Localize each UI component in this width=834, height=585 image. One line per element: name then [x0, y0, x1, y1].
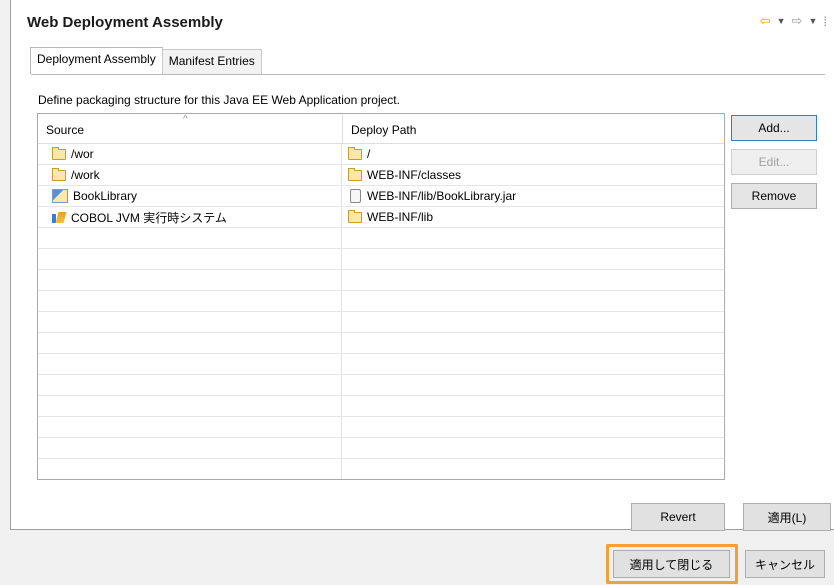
folder-icon — [348, 209, 362, 223]
source-label: BookLibrary — [73, 189, 138, 203]
deploy-path-cell — [342, 375, 348, 395]
source-cell — [38, 354, 342, 374]
revert-button[interactable]: Revert — [631, 503, 725, 531]
deploy-path-label: / — [367, 147, 371, 161]
apply-button[interactable]: 適用(L) — [743, 503, 831, 531]
source-cell: /wor — [38, 144, 342, 164]
source-cell — [38, 396, 342, 416]
deploy-path-cell — [342, 228, 348, 248]
back-dropdown-icon[interactable]: ▼ — [777, 16, 786, 26]
edit-button[interactable]: Edit... — [731, 149, 817, 175]
deploy-path-cell: WEB-INF/lib/BookLibrary.jar — [342, 186, 516, 206]
source-cell — [38, 312, 342, 332]
deploy-path-cell — [342, 459, 348, 479]
more-options-icon[interactable]: ⁞ — [823, 14, 826, 29]
folder-icon — [348, 167, 362, 181]
tab-bar: Deployment Assembly Manifest Entries — [30, 47, 262, 74]
table-row[interactable] — [38, 291, 724, 312]
highlight-box — [606, 544, 738, 584]
forward-dropdown-icon[interactable]: ▼ — [808, 16, 817, 26]
table-row[interactable] — [38, 249, 724, 270]
table-row[interactable]: /wor / — [38, 144, 724, 165]
assembly-table: Source ^ Deploy Path /wor / /work WEB-INF/c… — [37, 113, 725, 480]
source-cell: BookLibrary — [38, 186, 342, 206]
column-header-source[interactable]: Source ^ — [38, 114, 343, 143]
column-header-deploy-path[interactable]: Deploy Path — [343, 114, 416, 143]
source-cell — [38, 438, 342, 458]
back-arrow-icon[interactable]: ⇦ — [760, 13, 771, 29]
source-cell — [38, 291, 342, 311]
column-label-source: Source — [46, 123, 85, 137]
table-row[interactable] — [38, 333, 724, 354]
table-row[interactable]: /work WEB-INF/classes — [38, 165, 724, 186]
deploy-path-cell — [342, 291, 348, 311]
folder-icon — [348, 146, 362, 160]
table-header: Source ^ Deploy Path — [38, 114, 724, 144]
table-row[interactable] — [38, 354, 724, 375]
deploy-path-cell: / — [342, 144, 370, 164]
cancel-button[interactable]: キャンセル — [745, 550, 825, 578]
deploy-path-cell: WEB-INF/lib — [342, 207, 433, 227]
source-label: COBOL JVM 実行時システム — [71, 210, 227, 225]
table-row[interactable] — [38, 228, 724, 249]
deploy-path-label: WEB-INF/classes — [367, 168, 462, 182]
source-cell — [38, 375, 342, 395]
source-label: /wor — [71, 147, 94, 161]
source-cell — [38, 270, 342, 290]
tab-manifest-entries[interactable]: Manifest Entries — [161, 49, 262, 74]
table-row[interactable] — [38, 312, 724, 333]
folder-icon — [52, 167, 66, 181]
deploy-path-label: WEB-INF/lib/BookLibrary.jar — [367, 189, 517, 203]
tab-deployment-assembly[interactable]: Deployment Assembly — [30, 47, 163, 74]
table-row[interactable] — [38, 396, 724, 417]
remove-button[interactable]: Remove — [731, 183, 817, 209]
source-cell — [38, 249, 342, 269]
table-row[interactable]: COBOL JVM 実行時システム WEB-INF/lib — [38, 207, 724, 228]
source-label: /work — [71, 168, 100, 182]
deploy-path-cell: WEB-INF/classes — [342, 165, 461, 185]
source-cell — [38, 417, 342, 437]
table-row[interactable] — [38, 417, 724, 438]
deploy-path-cell — [342, 312, 348, 332]
folder-icon — [52, 146, 66, 160]
sort-indicator-icon: ^ — [183, 114, 188, 125]
deploy-path-cell — [342, 438, 348, 458]
deploy-path-cell — [342, 417, 348, 437]
page-title: Web Deployment Assembly — [27, 14, 223, 31]
properties-panel: Web Deployment Assembly ⇦ ▼ ⇨ ▼ ⁞ Deploy… — [10, 0, 834, 531]
forward-arrow-icon[interactable]: ⇨ — [792, 13, 803, 29]
table-row[interactable] — [38, 438, 724, 459]
description-text: Define packaging structure for this Java… — [38, 93, 400, 107]
source-cell: COBOL JVM 実行時システム — [38, 207, 342, 227]
deploy-path-cell — [342, 333, 348, 353]
java-project-icon — [52, 189, 68, 203]
source-cell — [38, 333, 342, 353]
table-body: /wor / /work WEB-INF/classes BookLibrary WEB-… — [38, 144, 724, 479]
deploy-path-label: WEB-INF/lib — [367, 210, 433, 224]
table-row[interactable] — [38, 270, 724, 291]
library-icon — [52, 212, 66, 223]
tab-divider — [31, 74, 825, 75]
source-cell: /work — [38, 165, 342, 185]
table-row[interactable] — [38, 375, 724, 396]
deploy-path-cell — [342, 396, 348, 416]
deploy-path-cell — [342, 249, 348, 269]
source-cell — [38, 459, 342, 479]
jar-icon — [350, 189, 361, 203]
table-row[interactable]: BookLibrary WEB-INF/lib/BookLibrary.jar — [38, 186, 724, 207]
deploy-path-cell — [342, 270, 348, 290]
table-row[interactable] — [38, 459, 724, 479]
nav-controls: ⇦ ▼ ⇨ ▼ ⁞ — [760, 13, 827, 29]
add-button[interactable]: Add... — [731, 115, 817, 141]
source-cell — [38, 228, 342, 248]
deploy-path-cell — [342, 354, 348, 374]
